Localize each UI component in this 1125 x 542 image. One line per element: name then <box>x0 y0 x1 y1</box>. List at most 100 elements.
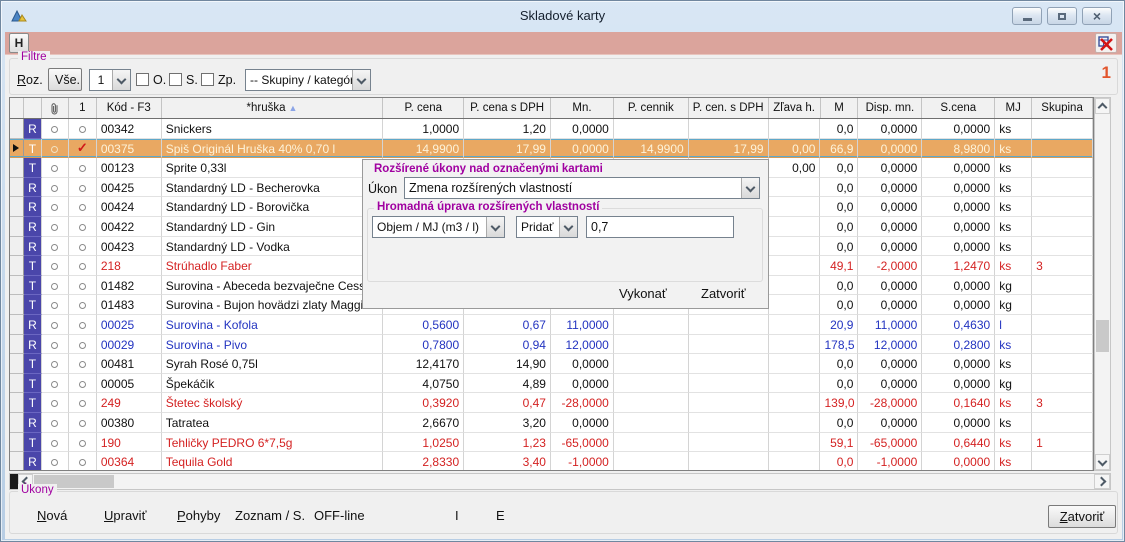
vertical-scrollbar[interactable] <box>1094 97 1111 471</box>
sort-asc-icon: ▲ <box>289 103 298 113</box>
ukon-combo-arrow[interactable] <box>741 178 759 198</box>
table-row[interactable]: T00481Syrah Rosé 0,75l12,417014,900,0000… <box>10 354 1093 374</box>
checkbox-s[interactable] <box>169 73 182 86</box>
cell-pdph: 0,67 <box>464 315 551 335</box>
cell-pcena: 12,4170 <box>383 354 464 374</box>
column-header-one[interactable]: 1 <box>69 98 97 118</box>
cell-skup <box>1032 217 1093 237</box>
offline-button[interactable]: OFF-line <box>310 506 369 525</box>
cell-m: 0,0 <box>820 158 858 178</box>
chevron-down-icon <box>1098 456 1108 466</box>
amount-input[interactable] <box>586 216 734 238</box>
row-pointer-cell <box>10 178 24 198</box>
new-button[interactable]: Nová <box>33 506 71 525</box>
maximize-button[interactable] <box>1047 7 1077 25</box>
checkbox-o[interactable] <box>136 73 149 86</box>
cell-clip <box>42 178 69 198</box>
groups-combo-arrow[interactable] <box>352 70 370 90</box>
list-button[interactable]: Zoznam / S. <box>231 506 309 525</box>
table-row[interactable]: R00025Surovina - Kofola0,56000,6711,0000… <box>10 315 1093 335</box>
column-header-mj[interactable]: MJ <box>995 98 1032 118</box>
cell-disp: 0,0000 <box>858 197 922 217</box>
column-header-pcdph[interactable]: P. cen. s DPH <box>689 98 769 118</box>
column-header-pdph[interactable]: P. cena s DPH <box>464 98 551 118</box>
row-pointer-cell <box>10 413 24 433</box>
cell-pcennik: 14,9900 <box>614 139 689 159</box>
ukon-combo[interactable]: Zmena rozšírených vlastností <box>404 177 760 199</box>
table-row[interactable]: T00005Špekáčik4,07504,890,00000,00,00000… <box>10 374 1093 394</box>
close-window-button[interactable]: Zatvoriť <box>1048 505 1116 528</box>
cancel-filter-button[interactable] <box>1095 33 1117 53</box>
row-pointer-cell <box>10 139 24 159</box>
h-button[interactable]: H <box>9 33 29 53</box>
column-header-skup[interactable]: Skupina <box>1032 98 1093 118</box>
checkbox-zp-label: Zp. <box>218 73 236 87</box>
close-button[interactable]: × <box>1082 7 1112 25</box>
row-pointer-cell <box>10 237 24 257</box>
checkbox-zp[interactable] <box>201 73 214 86</box>
cell-m: 0,0 <box>820 217 858 237</box>
column-header-zlava[interactable]: Zľava h. <box>769 98 821 118</box>
export-button[interactable]: E <box>492 506 509 525</box>
table-row[interactable]: R00342Snickers1,00001,200,00000,00,00000… <box>10 119 1093 139</box>
column-header-pcennik[interactable]: P. cennik <box>614 98 689 118</box>
cell-pcdph <box>689 413 769 433</box>
caption-buttons: × <box>1012 7 1112 25</box>
scroll-up-button[interactable] <box>1095 98 1110 114</box>
moves-button[interactable]: Pohyby <box>173 506 224 525</box>
operation-combo-arrow[interactable] <box>559 217 577 237</box>
column-header-m[interactable]: M <box>821 98 859 118</box>
column-header-disp[interactable]: Disp. mn. <box>858 98 922 118</box>
vse-button[interactable]: Vše. <box>48 68 82 91</box>
cell-one <box>69 433 97 453</box>
property-combo-arrow[interactable] <box>486 217 504 237</box>
vertical-scroll-thumb[interactable] <box>1096 320 1109 352</box>
cell-mj: ks <box>995 119 1032 139</box>
cell-skup <box>1032 354 1093 374</box>
cell-skup: 3 <box>1032 393 1093 413</box>
minimize-button[interactable] <box>1012 7 1042 25</box>
cell-clip <box>42 217 69 237</box>
record-dot-icon <box>79 302 86 309</box>
column-header-name[interactable]: *hruška▲ <box>162 98 384 118</box>
column-header-clip[interactable] <box>42 98 69 118</box>
scroll-right-button[interactable] <box>1094 474 1110 489</box>
splitter-handle[interactable] <box>10 474 18 489</box>
cell-pcennik <box>614 374 689 394</box>
cell-zlava <box>769 354 821 374</box>
groups-combo[interactable]: -- Skupiny / kategórie -- <box>245 69 371 91</box>
horizontal-scrollbar[interactable] <box>9 473 1111 490</box>
execute-button[interactable]: Vykonať <box>615 284 671 303</box>
operation-combo[interactable]: Pridať <box>516 216 578 238</box>
roz-label[interactable]: Roz. <box>17 73 43 87</box>
dialog-close-button[interactable]: Zatvoriť <box>697 284 750 303</box>
count-combo-arrow[interactable] <box>112 70 130 90</box>
row-type-cell: R <box>24 119 42 139</box>
property-combo[interactable]: Objem / MJ (m3 / l) <box>372 216 505 238</box>
scroll-down-button[interactable] <box>1095 454 1110 470</box>
column-header-mn[interactable]: Mn. <box>551 98 614 118</box>
table-row[interactable]: T249Štetec školský0,39200,47-28,0000139,… <box>10 393 1093 413</box>
edit-button[interactable]: Upraviť <box>100 506 150 525</box>
cell-scena: 0,0000 <box>922 374 995 394</box>
column-header-kod[interactable]: Kód - F3 <box>97 98 162 118</box>
table-row[interactable]: R00380Tatratea2,66703,200,00000,00,00000… <box>10 413 1093 433</box>
page-indicator: 1 <box>1085 63 1111 83</box>
row-pointer-icon <box>13 144 19 152</box>
cell-mj: kg <box>995 295 1032 315</box>
cell-skup: 3 <box>1032 256 1093 276</box>
chevron-down-icon <box>117 74 127 84</box>
table-row[interactable]: R00364Tequila Gold2,83303,40-1,00000,0-1… <box>10 452 1093 471</box>
column-header-pcena[interactable]: P. cena <box>383 98 464 118</box>
record-dot-icon <box>79 381 86 388</box>
table-row[interactable]: T✓00375Spiš Originál Hruška 40% 0,70 l14… <box>10 139 1093 159</box>
window: Skladové karty × H Filtre Roz. Vše. 1 <box>0 0 1125 542</box>
column-header-scena[interactable]: S.cena <box>922 98 995 118</box>
cell-pcdph <box>689 335 769 355</box>
import-button[interactable]: I <box>451 506 463 525</box>
table-row[interactable]: T190Tehličky PEDRO 6*7,5g1,02501,23-65,0… <box>10 433 1093 453</box>
row-type-cell: T <box>24 256 42 276</box>
count-combo[interactable]: 1 <box>89 69 131 91</box>
cell-clip <box>42 393 69 413</box>
table-row[interactable]: R00029Surovina - Pivo0,78000,9412,000017… <box>10 335 1093 355</box>
